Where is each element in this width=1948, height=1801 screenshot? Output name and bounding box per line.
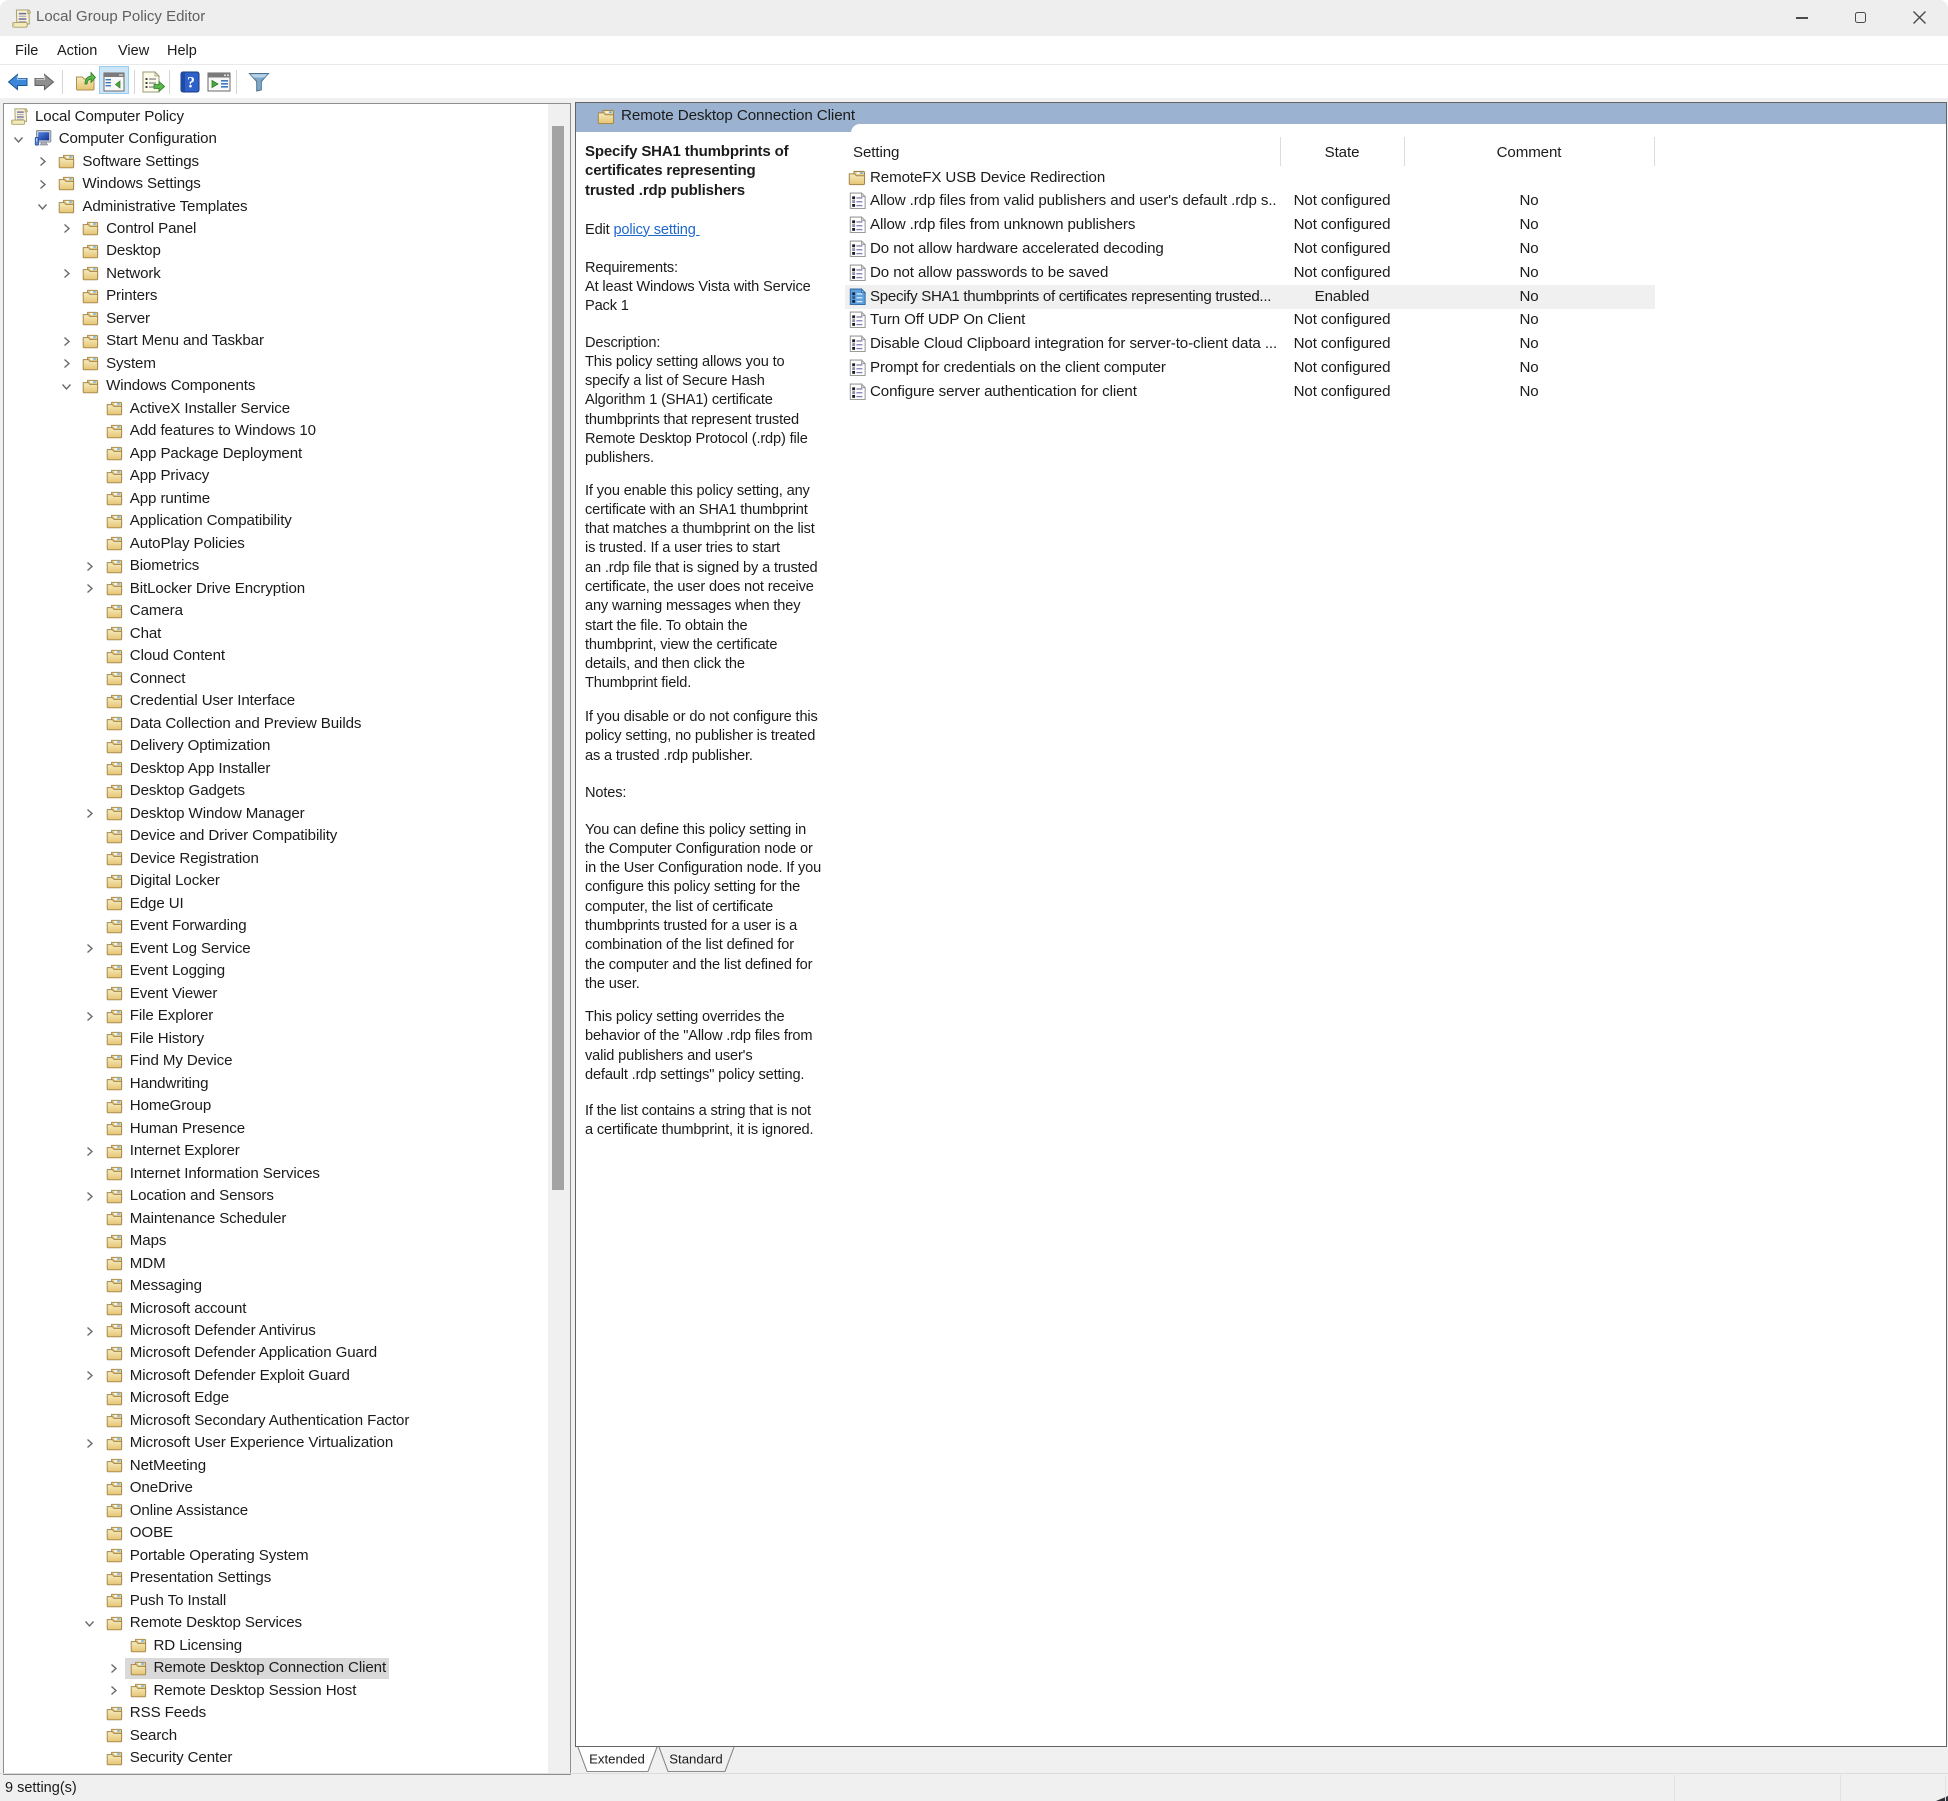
svg-text:Standard: Standard xyxy=(669,1752,723,1767)
svg-text:Extended: Extended xyxy=(589,1752,645,1767)
svg-text:?: ? xyxy=(187,75,195,92)
